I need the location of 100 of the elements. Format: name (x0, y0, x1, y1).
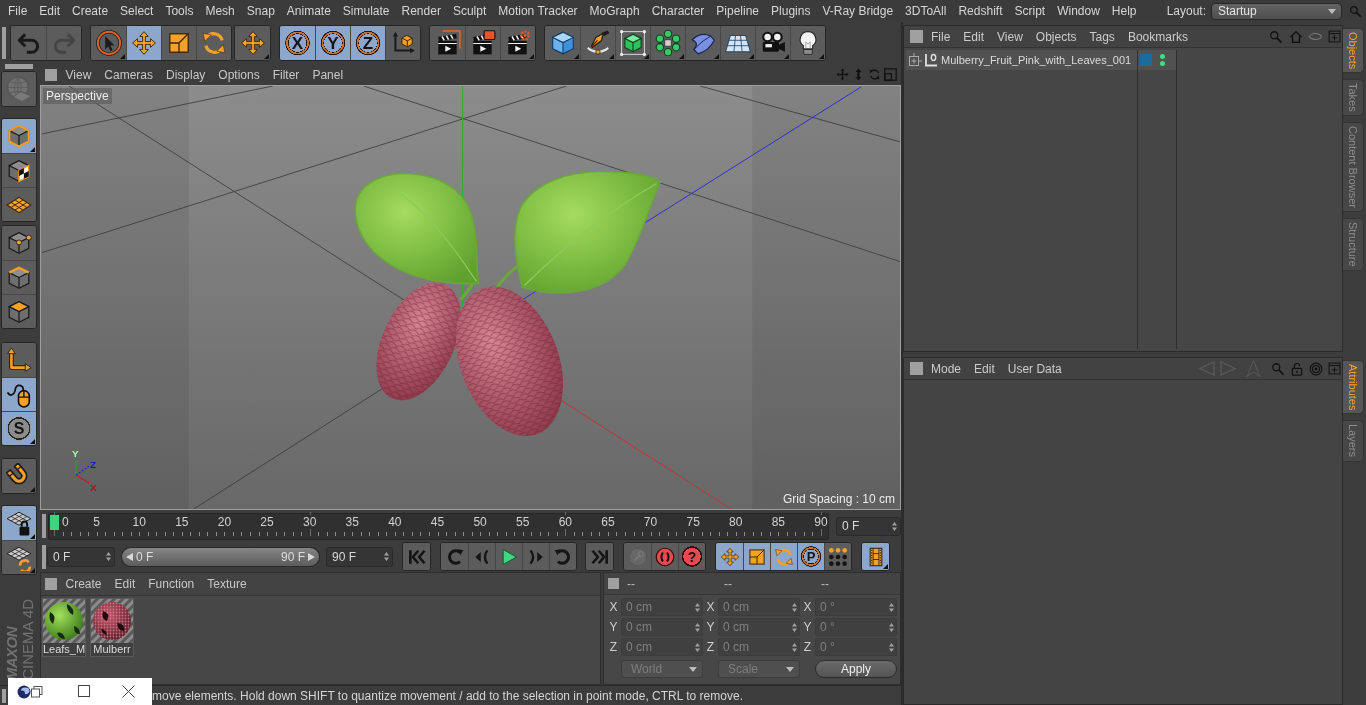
pen-tool-button[interactable] (580, 26, 615, 60)
menu-item[interactable]: Plugins (765, 0, 817, 22)
menu-item[interactable]: Render (395, 0, 447, 22)
frame-label: 20 (216, 514, 233, 529)
axis-lock-button[interactable]: X (280, 26, 315, 60)
menu-item[interactable]: Character (645, 0, 711, 22)
menu-item[interactable]: File (2, 0, 34, 22)
menu-item[interactable]: 3DToAll (899, 0, 953, 22)
frame-label: 75 (685, 514, 701, 529)
locked-workplane-button[interactable] (2, 506, 36, 540)
subdivision-button[interactable] (615, 26, 650, 60)
visibility-dot-icon[interactable] (1160, 61, 1165, 66)
menu-item[interactable]: View (59, 67, 98, 82)
menu-item[interactable]: Cameras (97, 67, 160, 82)
material-item[interactable]: Leafs_M (42, 598, 86, 657)
keyframe-selection-button[interactable]: ? (678, 543, 705, 570)
menu-item[interactable]: Tags (1083, 29, 1122, 44)
menu-item[interactable]: Create (59, 577, 109, 591)
planar-workplane-button[interactable] (2, 540, 36, 574)
frame-field[interactable]: 90 F (326, 546, 393, 567)
menu-item[interactable]: Mesh (199, 0, 241, 22)
menu-item[interactable]: Display (159, 67, 212, 82)
restore-icon[interactable] (31, 686, 43, 698)
menu-item[interactable]: Filter (266, 67, 306, 82)
coordinate-system-button[interactable] (385, 26, 420, 60)
menu-item[interactable]: Animate (280, 0, 337, 22)
frame-label: 70 (642, 514, 659, 529)
parameter-track-button[interactable]: P (797, 543, 824, 570)
go-to-end-button[interactable] (586, 543, 613, 570)
menu-item[interactable]: Bookmarks (1121, 29, 1195, 44)
menu-item[interactable]: User Data (1001, 361, 1069, 376)
polygons-mode-button[interactable] (2, 294, 36, 328)
render-settings-button[interactable] (500, 26, 535, 60)
expand-icon[interactable] (908, 53, 922, 67)
visibility-dot-icon[interactable] (1160, 54, 1165, 59)
recent-tool-button[interactable] (235, 26, 270, 60)
menu-item[interactable]: Help (1105, 0, 1143, 22)
menu-item[interactable]: Options (211, 67, 267, 82)
frame-field[interactable]: 0 F (47, 546, 115, 567)
frame-label: 0 (61, 514, 70, 529)
point-level-button[interactable] (824, 543, 851, 570)
menu-item[interactable]: Motion Tracker (492, 0, 584, 22)
rotate-button[interactable] (196, 26, 231, 60)
menu-item[interactable]: File (924, 29, 957, 44)
move-button[interactable] (126, 26, 161, 60)
menu-item[interactable]: View (990, 29, 1030, 44)
side-tab[interactable]: Objects (1343, 28, 1364, 74)
menu-item[interactable]: Select (114, 0, 160, 22)
snap-button[interactable]: S (2, 411, 36, 445)
menu-item[interactable]: Window (1051, 0, 1106, 22)
object-item[interactable]: Mulberry_Fruit_Pink_with_Leaves_001 (906, 50, 1137, 70)
menu-item[interactable]: Mode (924, 361, 968, 376)
floor-button[interactable] (720, 26, 755, 60)
close-icon[interactable] (122, 685, 135, 698)
layer-color-icon[interactable] (1140, 54, 1152, 66)
camera-button[interactable] (755, 26, 790, 60)
timeline-button[interactable] (862, 543, 889, 570)
menu-item[interactable]: Edit (33, 0, 67, 22)
menu-item[interactable]: Texture (200, 577, 254, 591)
menu-item[interactable]: Script (1008, 0, 1052, 22)
menu-item[interactable]: V-Ray Bridge (816, 0, 900, 22)
frame-field[interactable]: 0 F (836, 516, 901, 536)
cube-object-button[interactable] (545, 26, 580, 60)
magnet-button[interactable] (2, 459, 36, 493)
menu-item[interactable]: MoGraph (583, 0, 646, 22)
leaf-sphere-icon (43, 599, 85, 643)
menu-item[interactable]: Redshift (952, 0, 1009, 22)
maximize-icon[interactable] (78, 685, 90, 697)
frame-range-slider[interactable]: 0 F 90 F (121, 546, 320, 567)
menu-item[interactable]: Create (66, 0, 115, 22)
menu-item[interactable]: Pipeline (710, 0, 766, 22)
next-key-button[interactable] (549, 543, 576, 570)
menu-item[interactable]: Edit (967, 361, 1002, 376)
cloner-button[interactable] (650, 26, 685, 60)
go-to-start-button[interactable] (403, 543, 430, 570)
menu-item[interactable]: Edit (108, 577, 142, 591)
menu-item[interactable]: Sculpt (446, 0, 493, 22)
autokey-button[interactable] (651, 543, 678, 570)
live-selection-button[interactable] (91, 26, 126, 60)
workplane-mode-button[interactable] (2, 187, 36, 221)
menu-item[interactable]: Snap (240, 0, 281, 22)
axis-lock-button[interactable]: Z (350, 26, 385, 60)
light-button[interactable] (790, 26, 825, 60)
menu-item[interactable]: Function (141, 577, 201, 591)
menu-item[interactable]: Edit (956, 29, 991, 44)
layout-dropdown[interactable]: Startup (1211, 2, 1342, 20)
model-mode-button[interactable] (2, 119, 36, 153)
deformer-button[interactable] (685, 26, 720, 60)
side-tab[interactable]: Attributes (1343, 360, 1364, 415)
caret-icon (689, 666, 697, 672)
playhead-marker[interactable] (50, 514, 59, 530)
menu-item[interactable]: Tools (159, 0, 200, 22)
tweak-mode-button[interactable] (2, 377, 36, 411)
timeline-ruler[interactable]: 0 5 10 15 20 25 30 35 40 45 50 55 60 65 70 75 80 85 90 (48, 512, 829, 540)
menu-item[interactable]: Panel (305, 67, 350, 82)
menu-item[interactable]: Simulate (336, 0, 396, 22)
axis-lock-button[interactable]: Y (315, 26, 350, 60)
menu-item[interactable]: Objects (1029, 29, 1083, 44)
material-item[interactable]: Mulberr (90, 598, 134, 657)
stem (459, 282, 474, 301)
